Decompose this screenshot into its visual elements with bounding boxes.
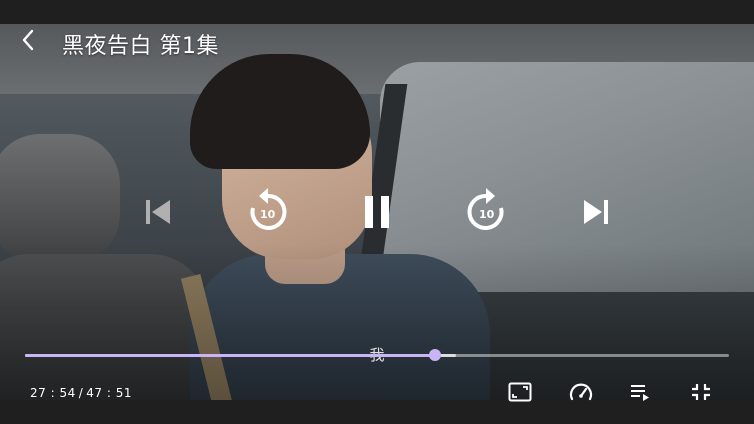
next-episode-button[interactable] — [578, 194, 614, 230]
aspect-ratio-icon — [508, 382, 532, 406]
forward-10-icon: 10 — [464, 186, 508, 236]
back-button[interactable] — [14, 29, 42, 55]
progress-bar[interactable] — [25, 349, 729, 361]
total-time: 47 : 51 — [86, 386, 132, 400]
video-player[interactable]: 黑夜告白 第1集 10 10 27: 54 / 47: 51 — [0, 0, 754, 424]
replay-10-icon: 10 — [246, 186, 290, 236]
fullscreen-exit-icon — [690, 382, 712, 406]
rewind-seconds-label: 10 — [260, 208, 276, 221]
aspect-ratio-button[interactable] — [507, 382, 533, 406]
speed-gauge-icon — [569, 382, 593, 406]
rewind-10-button[interactable]: 10 — [246, 186, 290, 236]
video-title: 黑夜告白 第1集 — [62, 34, 219, 59]
forward-10-button[interactable]: 10 — [464, 186, 508, 236]
pause-icon — [362, 195, 392, 229]
skip-next-icon — [580, 197, 612, 227]
progress-played — [25, 354, 436, 357]
forward-seconds-label: 10 — [479, 208, 495, 221]
time-display: 27 : 54/47 : 51 — [30, 386, 132, 400]
playlist-icon — [629, 382, 653, 406]
skip-previous-icon — [142, 197, 174, 227]
chevron-left-icon — [21, 29, 35, 55]
playback-speed-button[interactable] — [568, 382, 594, 406]
playlist-button[interactable] — [628, 382, 654, 406]
previous-episode-button[interactable] — [140, 194, 176, 230]
pause-button[interactable] — [358, 192, 396, 232]
exit-fullscreen-button[interactable] — [688, 382, 714, 406]
controls-overlay: 黑夜告白 第1集 10 10 27: 54 / 47: 51 — [0, 0, 754, 424]
time-separator: / — [78, 386, 84, 400]
current-time: 27 : 54 — [30, 386, 76, 400]
